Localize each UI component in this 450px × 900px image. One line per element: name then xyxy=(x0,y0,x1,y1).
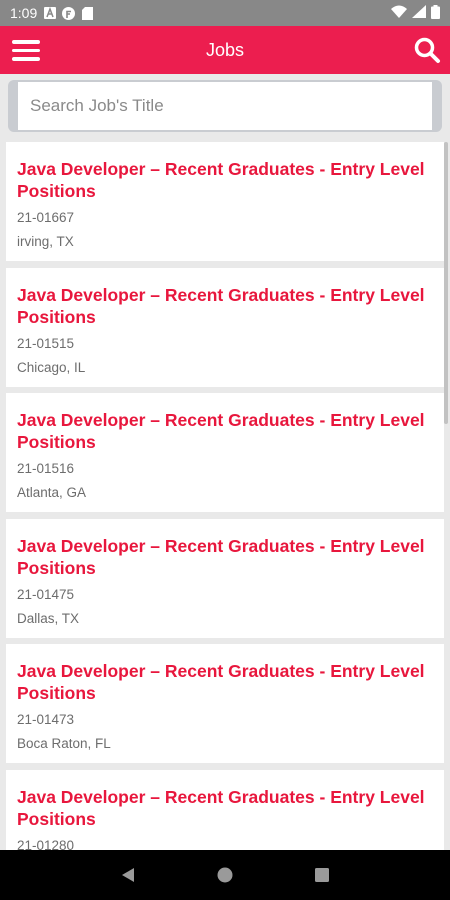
wifi-icon xyxy=(391,5,407,21)
scrollbar[interactable] xyxy=(444,142,448,424)
job-card[interactable]: Java Developer – Recent Graduates - Entr… xyxy=(6,142,444,261)
job-title: Java Developer – Recent Graduates - Entr… xyxy=(17,410,425,452)
job-id: 21-01515 xyxy=(17,335,75,351)
sd-card-icon xyxy=(81,6,94,20)
status-left: 1:09 xyxy=(10,5,94,21)
status-bar: 1:09 xyxy=(0,0,450,26)
system-nav-bar xyxy=(0,850,450,900)
job-card[interactable]: Java Developer – Recent Graduates - Entr… xyxy=(6,518,444,638)
job-list: Java Developer – Recent Graduates - Entr… xyxy=(6,142,444,850)
job-card[interactable]: Java Developer – Recent Graduates - Entr… xyxy=(6,644,444,763)
job-id: 21-01516 xyxy=(17,461,75,476)
job-title: Java Developer – Recent Graduates - Entr… xyxy=(17,159,425,201)
job-location: Dallas, TX xyxy=(17,610,80,626)
page-title: Jobs xyxy=(205,39,245,60)
signal-icon xyxy=(412,5,426,21)
job-card[interactable]: Java Developer – Recent Graduates - Entr… xyxy=(6,769,444,851)
job-title: Java Developer – Recent Graduates - Entr… xyxy=(17,786,425,829)
recents-icon[interactable] xyxy=(302,855,342,895)
home-icon[interactable] xyxy=(205,855,245,895)
job-id: 21-01280 xyxy=(17,837,75,851)
job-location: Chicago, IL xyxy=(17,359,86,375)
a-icon xyxy=(43,7,56,20)
search-input[interactable] xyxy=(18,82,432,130)
job-location: Boca Raton, FL xyxy=(17,736,111,751)
job-card[interactable]: Java Developer – Recent Graduates - Entr… xyxy=(6,393,444,512)
status-right xyxy=(391,4,440,22)
job-id: 21-01475 xyxy=(17,586,75,602)
back-icon[interactable] xyxy=(108,855,148,895)
f-icon xyxy=(62,6,76,20)
search-bar xyxy=(8,80,442,132)
job-location: Atlanta, GA xyxy=(17,485,87,500)
hamburger-menu-icon[interactable] xyxy=(12,37,40,63)
search-icon[interactable] xyxy=(412,35,442,65)
job-title: Java Developer – Recent Graduates - Entr… xyxy=(17,284,425,327)
job-title: Java Developer – Recent Graduates - Entr… xyxy=(17,661,425,703)
job-title: Java Developer – Recent Graduates - Entr… xyxy=(17,535,425,578)
battery-icon xyxy=(431,4,440,22)
status-time: 1:09 xyxy=(10,5,38,21)
job-location: irving, TX xyxy=(17,234,74,249)
app-bar: Jobs xyxy=(0,26,450,74)
job-id: 21-01667 xyxy=(17,210,75,225)
job-card[interactable]: Java Developer – Recent Graduates - Entr… xyxy=(6,267,444,387)
job-id: 21-01473 xyxy=(17,712,75,727)
